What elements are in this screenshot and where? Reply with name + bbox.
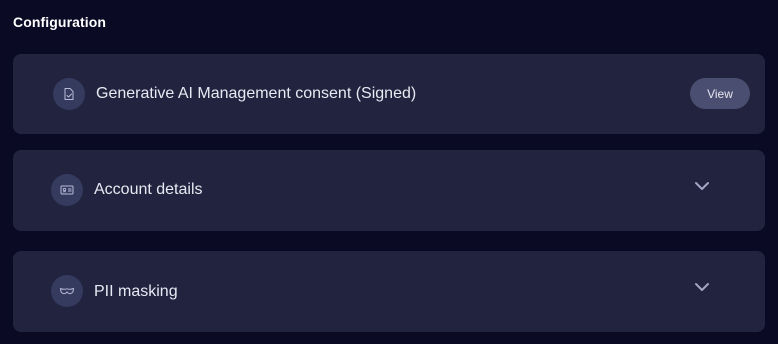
consent-card[interactable]: Generative AI Management consent (Signed… (13, 54, 765, 134)
signed-document-icon (53, 78, 85, 110)
pii-masking-label: PII masking (94, 283, 178, 300)
chevron-down-icon[interactable] (693, 278, 711, 296)
view-consent-button[interactable]: View (690, 78, 750, 109)
pii-masking-card[interactable]: PII masking (13, 251, 765, 332)
account-details-label: Account details (94, 181, 203, 198)
section-title: Configuration (13, 14, 107, 30)
chevron-down-icon[interactable] (693, 177, 711, 195)
mask-icon (51, 275, 83, 307)
configuration-page: Configuration Generative AI Management c… (0, 0, 778, 344)
consent-label: Generative AI Management consent (Signed… (96, 85, 417, 102)
account-details-card[interactable]: Account details (13, 150, 765, 231)
id-card-icon (51, 174, 83, 206)
